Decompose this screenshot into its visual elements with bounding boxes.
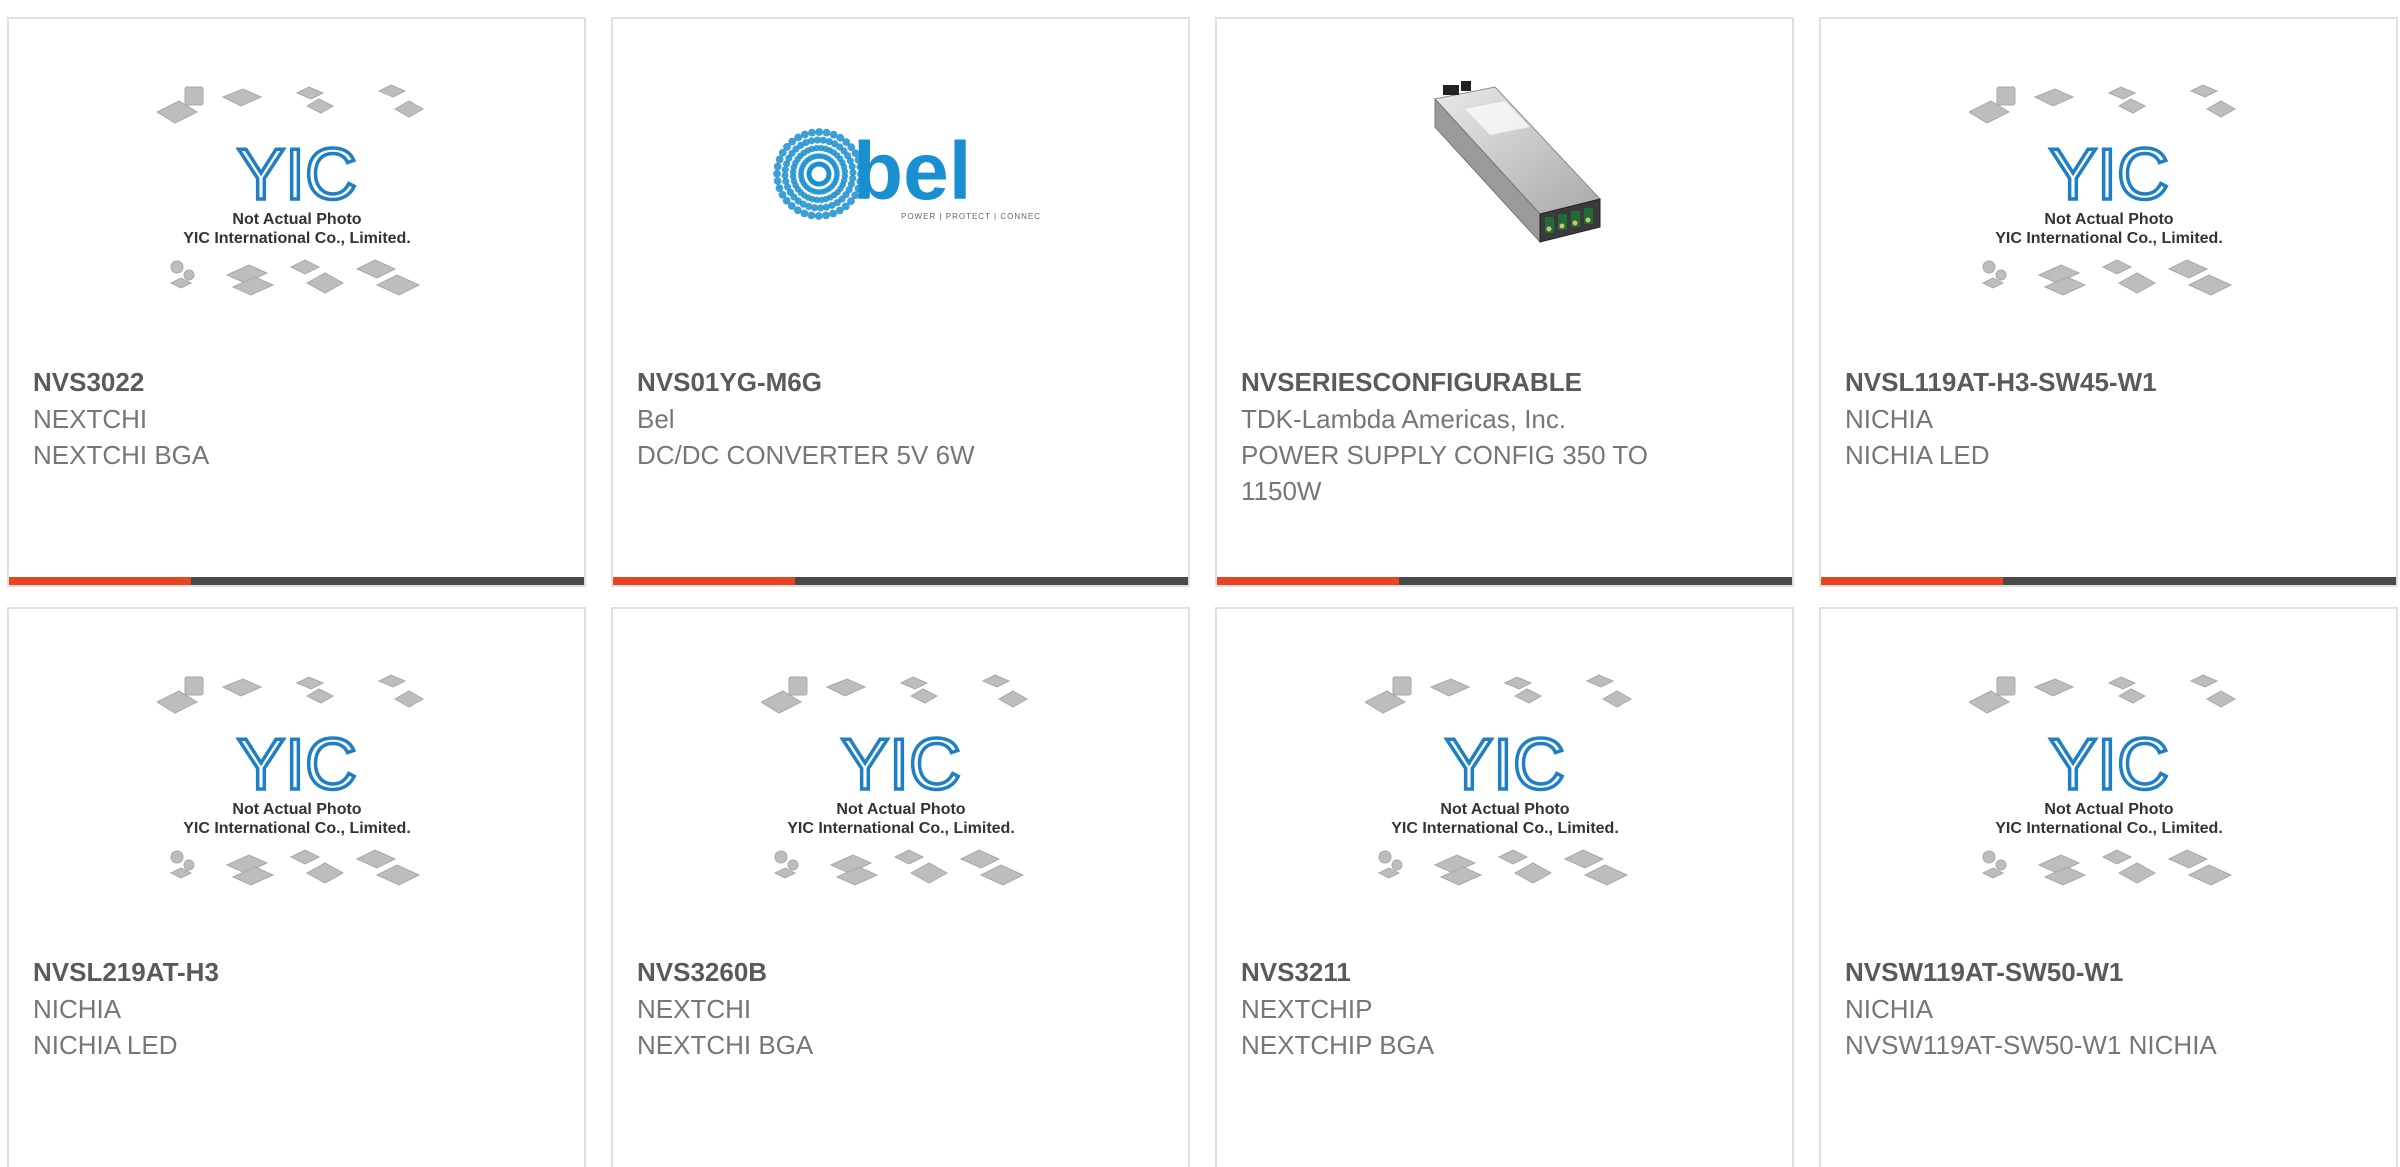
placeholder-line1: Not Actual Photo: [232, 801, 361, 818]
product-card[interactable]: YIC Not Actual Photo YIC International Co.…: [1215, 607, 1794, 1167]
product-card[interactable]: NVSERIESCONFIGURABLE TDK-Lambda Americas…: [1215, 17, 1794, 587]
yic-placeholder-graphic: YICNot Actual Photo YIC International Co.…: [1968, 674, 2236, 886]
yic-logo: YIC: [2048, 135, 2168, 215]
yic-logo: YIC: [236, 725, 356, 805]
product-card[interactable]: YIC Not Actual Photo YIC International Co.…: [1819, 607, 2398, 1167]
yic-logo: YIC: [2048, 725, 2168, 805]
part-number[interactable]: NVS3211: [1241, 954, 1768, 991]
product-image-placeholder[interactable]: YIC Not Actual Photo YIC International Co.…: [1821, 669, 2396, 959]
product-image-placeholder[interactable]: YIC Not Actual Photo YIC International Co.…: [9, 79, 584, 369]
description: NEXTCHIP BGA: [1241, 1030, 1435, 1060]
description: NEXTCHI BGA: [637, 1030, 814, 1060]
description: NICHIA LED: [1845, 440, 1990, 470]
product-card[interactable]: YIC Not Actual Photo YIC International Co.…: [7, 607, 586, 1167]
placeholder-line2: YIC International Co., Limited.: [1995, 820, 2223, 837]
part-number[interactable]: NVS3022: [33, 364, 560, 401]
card-hover-bar: [613, 577, 1188, 585]
product-image-bel-logo[interactable]: bel POWER | PROTECT | CONNECT: [613, 79, 1188, 369]
product-info: NVS01YG-M6G Bel DC/DC CONVERTER 5V 6W: [637, 364, 1164, 473]
product-card[interactable]: bel POWER | PROTECT | CONNECT NVS01YG-M6G…: [611, 17, 1190, 587]
product-info: NVS3211 NEXTCHIP NEXTCHIP BGA: [1241, 954, 1768, 1063]
product-card[interactable]: YIC Not Actual Photo YIC International Co.…: [7, 17, 586, 587]
yic-placeholder-graphic: YICNot Actual Photo YIC International Co.…: [1968, 84, 2236, 296]
bel-wordmark: bel: [853, 126, 971, 217]
placeholder-line1: Not Actual Photo: [836, 801, 965, 818]
product-info: NVSL119AT-H3-SW45-W1 NICHIA NICHIA LED: [1845, 364, 2372, 473]
placeholder-line1: Not Actual Photo: [1440, 801, 1569, 818]
card-accent-bar: [1217, 577, 1399, 585]
card-accent-bar: [613, 577, 795, 585]
part-number[interactable]: NVSW119AT-SW50-W1: [1845, 954, 2372, 991]
placeholder-line2: YIC International Co., Limited.: [183, 820, 411, 837]
card-hover-bar: [1821, 577, 2396, 585]
yic-logo: YIC: [236, 135, 356, 215]
manufacturer: Bel: [637, 404, 675, 434]
bel-logo-graphic: belPOWER | PROTECT | CONNECT: [772, 126, 1041, 221]
yic-placeholder-graphic: YICNot Actual Photo YIC International Co.…: [760, 674, 1028, 886]
manufacturer: NICHIA: [33, 994, 122, 1024]
description: NICHIA LED: [33, 1030, 178, 1060]
product-image-placeholder[interactable]: YIC Not Actual Photo YIC International Co.…: [613, 669, 1188, 959]
manufacturer: NICHIA: [1845, 404, 1934, 434]
manufacturer: NEXTCHIP: [1241, 994, 1373, 1024]
part-number[interactable]: NVS01YG-M6G: [637, 364, 1164, 401]
description: DC/DC CONVERTER 5V 6W: [637, 440, 975, 470]
bel-tagline: POWER | PROTECT | CONNECT: [901, 212, 1041, 221]
yic-placeholder-graphic: YICNot Actual Photo YIC International Co.…: [156, 84, 424, 296]
description: NEXTCHI BGA: [33, 440, 210, 470]
product-info: NVSL219AT-H3 NICHIA NICHIA LED: [33, 954, 560, 1063]
product-grid: YIC Not Actual Photo YIC International Co.…: [0, 0, 2400, 1167]
part-number[interactable]: NVSL119AT-H3-SW45-W1: [1845, 364, 2372, 401]
card-accent-bar: [9, 577, 191, 585]
placeholder-line2: YIC International Co., Limited.: [1995, 230, 2223, 247]
manufacturer: NEXTCHI: [33, 404, 148, 434]
placeholder-line1: Not Actual Photo: [2044, 211, 2173, 228]
placeholder-line2: YIC International Co., Limited.: [787, 820, 1015, 837]
yic-placeholder-graphic: YICNot Actual Photo YIC International Co.…: [1364, 674, 1632, 886]
yic-placeholder-graphic: YICNot Actual Photo YIC International Co.…: [156, 674, 424, 886]
manufacturer: TDK-Lambda Americas, Inc.: [1241, 404, 1567, 434]
part-number[interactable]: NVSL219AT-H3: [33, 954, 560, 991]
product-info: NVSW119AT-SW50-W1 NICHIA NVSW119AT-SW50-…: [1845, 954, 2372, 1063]
description: POWER SUPPLY CONFIG 350 TO 1150W: [1241, 440, 1648, 506]
placeholder-line1: Not Actual Photo: [2044, 801, 2173, 818]
product-info: NVS3022 NEXTCHI NEXTCHI BGA: [33, 364, 560, 473]
product-card[interactable]: YIC Not Actual Photo YIC International Co.…: [611, 607, 1190, 1167]
product-image-power-supply[interactable]: [1217, 79, 1792, 369]
manufacturer: NEXTCHI: [637, 994, 752, 1024]
product-grid-page: YIC Not Actual Photo YIC International Co.…: [0, 0, 2400, 1167]
placeholder-line1: Not Actual Photo: [232, 211, 361, 228]
product-info: NVSERIESCONFIGURABLE TDK-Lambda Americas…: [1241, 364, 1768, 509]
product-info: NVS3260B NEXTCHI NEXTCHI BGA: [637, 954, 1164, 1063]
placeholder-line2: YIC International Co., Limited.: [1391, 820, 1619, 837]
card-accent-bar: [1821, 577, 2003, 585]
description: NVSW119AT-SW50-W1 NICHIA: [1845, 1030, 2217, 1060]
part-number[interactable]: NVSERIESCONFIGURABLE: [1241, 364, 1768, 401]
yic-logo: YIC: [840, 725, 960, 805]
product-image-placeholder[interactable]: YIC Not Actual Photo YIC International Co.…: [9, 669, 584, 959]
power-supply-photo: [1433, 81, 1601, 244]
card-hover-bar: [1217, 577, 1792, 585]
part-number[interactable]: NVS3260B: [637, 954, 1164, 991]
product-image-placeholder[interactable]: YIC Not Actual Photo YIC International Co.…: [1821, 79, 2396, 369]
product-image-placeholder[interactable]: YIC Not Actual Photo YIC International Co.…: [1217, 669, 1792, 959]
manufacturer: NICHIA: [1845, 994, 1934, 1024]
product-card[interactable]: YIC Not Actual Photo YIC International Co.…: [1819, 17, 2398, 587]
card-hover-bar: [9, 577, 584, 585]
placeholder-line2: YIC International Co., Limited.: [183, 230, 411, 247]
yic-logo: YIC: [1444, 725, 1564, 805]
